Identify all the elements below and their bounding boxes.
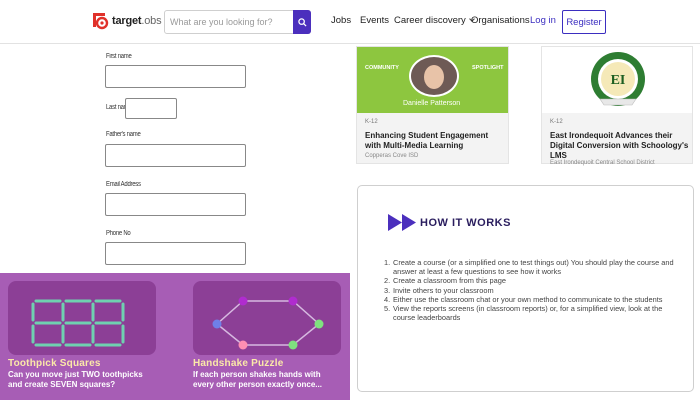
banner-left-text: COMMUNITY	[365, 65, 399, 71]
handshake-puzzle-card[interactable]	[193, 281, 341, 355]
email-label: Email Address	[106, 181, 141, 188]
logo-mark-icon	[91, 11, 109, 31]
card-2-category: K-12	[550, 119, 563, 125]
spotlight-card-2[interactable]: EI K-12 East Irondequoit Advances their …	[541, 46, 693, 166]
nav-career-discovery-label: Career discovery	[394, 15, 466, 26]
person-name: Danielle Patterson	[403, 100, 461, 107]
nav-events[interactable]: Events	[360, 15, 389, 26]
school-seal-banner: EI	[542, 47, 692, 113]
search-icon	[297, 17, 307, 27]
how-it-works-title: HOW IT WORKS	[420, 217, 511, 229]
email-field[interactable]	[105, 193, 246, 216]
first-name-field[interactable]	[105, 65, 246, 88]
step-text: Create a classroom from this page	[393, 276, 506, 286]
seal-letters: EI	[611, 73, 626, 88]
card-1-org: Copperas Cove ISD	[365, 153, 419, 159]
step-item: 4. Either use the classroom chat or your …	[384, 294, 663, 304]
login-link[interactable]: Log in	[530, 15, 556, 26]
school-seal-icon: EI	[591, 52, 645, 106]
first-name-label: First name	[106, 53, 132, 60]
phone-field[interactable]	[105, 242, 246, 265]
fast-forward-icon	[388, 214, 418, 231]
last-name-field[interactable]	[125, 98, 177, 119]
card-2-org: East Irondequoit Central School District	[550, 160, 655, 166]
fathers-name-field[interactable]	[105, 144, 246, 167]
site-header: target.obs Jobs Events Career discovery …	[0, 0, 700, 44]
logo-name: target	[112, 15, 142, 27]
search-box	[164, 10, 311, 34]
how-it-works-steps: 1. Create a course (or a simplified one t…	[384, 258, 684, 322]
search-input[interactable]	[165, 11, 293, 33]
toothpick-puzzle-desc: Can you move just TWO toothpicks and cre…	[8, 370, 143, 389]
step-text: Invite others to your classroom	[393, 285, 494, 295]
step-item: 3. Invite others to your classroom	[384, 285, 494, 295]
person-photo	[409, 55, 459, 97]
nav-career-discovery[interactable]: Career discovery	[394, 15, 475, 26]
card-1-category: K-12	[365, 119, 378, 125]
nav-organisations[interactable]: Organisations	[471, 15, 530, 26]
toothpick-puzzle-title[interactable]: Toothpick Squares	[8, 358, 101, 369]
logo-suffix: .obs	[141, 15, 162, 27]
card-2-title[interactable]: East Irondequoit Advances their Digital …	[550, 131, 690, 161]
step-item: 2. Create a classroom from this page	[384, 276, 506, 286]
card-1-title[interactable]: Enhancing Student Engagement with Multi-…	[365, 131, 505, 151]
step-text: View the reports screens (in classroom r…	[393, 304, 663, 323]
community-spotlight-banner: COMMUNITY SPOTLIGHT Danielle Patterson	[357, 47, 508, 113]
register-button[interactable]: Register	[562, 10, 606, 34]
banner-right-text: SPOTLIGHT	[472, 65, 504, 71]
nav-jobs[interactable]: Jobs	[331, 15, 351, 26]
toothpick-puzzle-card[interactable]	[8, 281, 156, 355]
search-button[interactable]	[293, 10, 311, 34]
logo-text: target.obs	[112, 15, 162, 27]
step-text: Either use the classroom chat or your ow…	[393, 294, 663, 304]
handshake-puzzle-title[interactable]: Handshake Puzzle	[193, 358, 283, 369]
phone-label: Phone No	[106, 230, 131, 237]
handshake-puzzle-desc: If each person shakes hands with every o…	[193, 370, 322, 389]
spotlight-card-1[interactable]: COMMUNITY SPOTLIGHT Danielle Patterson K…	[356, 46, 509, 164]
step-item: 1. Create a course (or a simplified one t…	[384, 258, 684, 276]
toothpick-squares-icon	[31, 299, 125, 347]
step-text: Create a course (or a simplified one to …	[393, 258, 674, 277]
handshake-graph-icon	[212, 296, 324, 350]
step-item: 5. View the reports screens (in classroom…	[384, 304, 684, 322]
logo[interactable]: target.obs	[91, 10, 162, 32]
fathers-name-label: Father's name	[106, 131, 141, 138]
